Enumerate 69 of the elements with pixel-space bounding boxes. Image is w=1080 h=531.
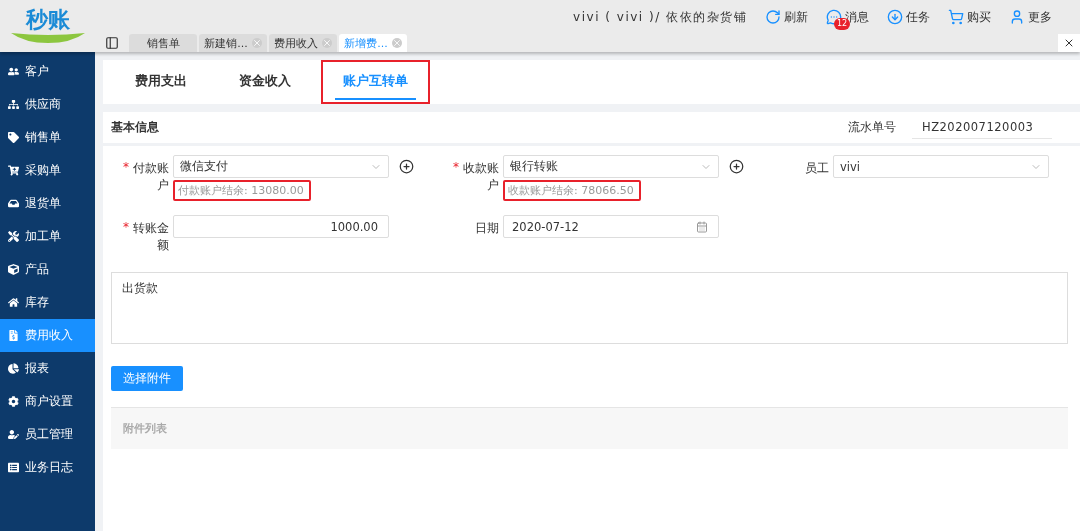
sidebar-item[interactable]: 产品 [0, 253, 95, 286]
sidebar-item[interactable]: 供应商 [0, 88, 95, 121]
network-icon [8, 99, 19, 110]
field-label: 员工 [804, 160, 829, 177]
field-label: 转账金额 [133, 220, 169, 254]
download-icon [887, 9, 903, 25]
pie-chart-icon [8, 363, 19, 374]
required-mark: * [123, 160, 129, 176]
serial-field: HZ202007120003 [912, 116, 1052, 139]
calendar-icon[interactable] [696, 220, 708, 233]
house-icon [8, 297, 19, 308]
close-windows-icon[interactable] [1063, 37, 1075, 49]
field-label: 付款账户 [133, 160, 169, 194]
user-edit-icon [8, 429, 19, 440]
cart-icon [8, 165, 19, 176]
balance-note: 付款账户结余: 13080.00 [173, 180, 311, 201]
cube-icon [8, 264, 19, 275]
people-icon [8, 66, 19, 77]
serial-label: 流水单号 [848, 120, 896, 135]
page-tab[interactable]: 销售单 [129, 34, 197, 52]
input-field[interactable]: 1000.00 [173, 215, 389, 238]
sidebar-item[interactable]: 销售单 [0, 121, 95, 154]
page-tab[interactable]: 新建销... [199, 34, 267, 52]
header-action[interactable]: 购买 [948, 8, 991, 26]
user-shop-text: vivi ( vivi )/ 依依的杂货铺 [573, 8, 747, 26]
add-icon[interactable] [399, 159, 414, 174]
sidebar-item[interactable]: 加工单 [0, 220, 95, 253]
logo-swoosh-icon [10, 31, 85, 43]
required-mark: * [453, 160, 459, 176]
invoice-icon [8, 330, 19, 341]
select-field[interactable]: 银行转账 [503, 155, 719, 178]
form-tab[interactable]: 费用支出 [113, 60, 209, 104]
sidebar-item[interactable]: 报表 [0, 352, 95, 385]
section-title: 基本信息 [111, 119, 159, 136]
tag-icon [8, 132, 19, 143]
select-field[interactable]: vivi [833, 155, 1049, 178]
header-action[interactable]: 更多 [1009, 8, 1052, 26]
list-icon [8, 462, 19, 473]
user-icon [1009, 9, 1025, 25]
header-action[interactable]: 刷新 [765, 8, 808, 26]
sidebar-item[interactable]: 退货单 [0, 187, 95, 220]
close-icon[interactable] [322, 38, 332, 48]
inbox-icon [8, 198, 19, 209]
note-field[interactable]: 出货款 [111, 272, 1068, 344]
form-tab[interactable]: 资金收入 [217, 60, 313, 104]
sidebar-item[interactable]: 采购单 [0, 154, 95, 187]
required-mark: * [123, 220, 129, 236]
page-tab[interactable]: 费用收入 [269, 34, 337, 52]
sidebar-item[interactable]: 客户 [0, 55, 95, 88]
sidebar-item[interactable]: 库存 [0, 286, 95, 319]
header-action[interactable]: 任务 [887, 8, 930, 26]
balance-note: 收款账户结余: 78066.50 [503, 180, 641, 201]
refresh-icon [765, 9, 781, 25]
gear-icon [8, 396, 19, 407]
field-label: 日期 [474, 220, 499, 237]
add-icon[interactable] [729, 159, 744, 174]
close-icon[interactable] [391, 38, 402, 48]
select-field[interactable]: 微信支付 [173, 155, 389, 178]
sidebar-item[interactable]: 业务日志 [0, 451, 95, 484]
tools-icon [8, 231, 19, 242]
attachment-list-title: 附件列表 [123, 421, 167, 436]
date-field[interactable]: 2020-07-12 [503, 215, 719, 238]
logo-text: 秒账 [25, 9, 70, 31]
collapse-menu-icon[interactable] [105, 36, 119, 50]
field-label: 收款账户 [463, 160, 499, 194]
cart-icon [948, 9, 964, 25]
sidebar-item[interactable]: 商户设置 [0, 385, 95, 418]
sidebar-item[interactable]: 员工管理 [0, 418, 95, 451]
close-icon[interactable] [251, 38, 262, 48]
